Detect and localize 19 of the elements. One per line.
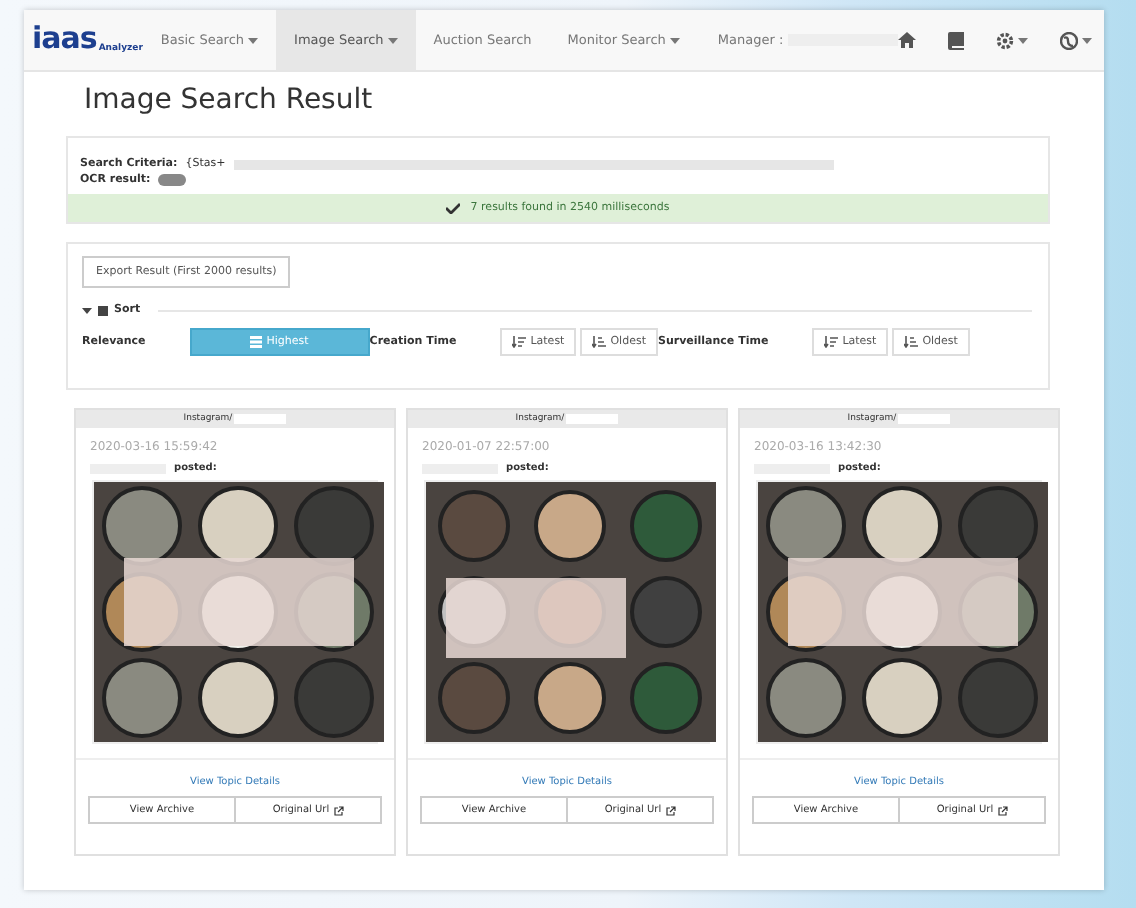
sort-icon: [98, 305, 108, 315]
caret-icon[interactable]: [82, 307, 92, 313]
external-link-icon: [997, 805, 1008, 815]
page-title: Image Search Result: [84, 84, 375, 116]
sort-descending-icon: [512, 336, 527, 348]
ocr-badge: [158, 174, 187, 186]
external-link-icon: [665, 805, 676, 815]
sort-ascending-icon: [904, 336, 919, 348]
external-link-icon: [333, 805, 344, 815]
book-icon[interactable]: [947, 31, 964, 49]
logo[interactable]: iaas: [32, 24, 97, 54]
home-icon[interactable]: [897, 32, 916, 48]
sort-ascending-icon: [592, 336, 607, 348]
globe-icon[interactable]: [1059, 31, 1078, 49]
redaction-bar: [787, 34, 898, 46]
sort-descending-icon: [824, 336, 839, 348]
settings-icon[interactable]: [995, 31, 1014, 49]
list-icon: [250, 336, 263, 348]
check-icon: [446, 202, 461, 214]
